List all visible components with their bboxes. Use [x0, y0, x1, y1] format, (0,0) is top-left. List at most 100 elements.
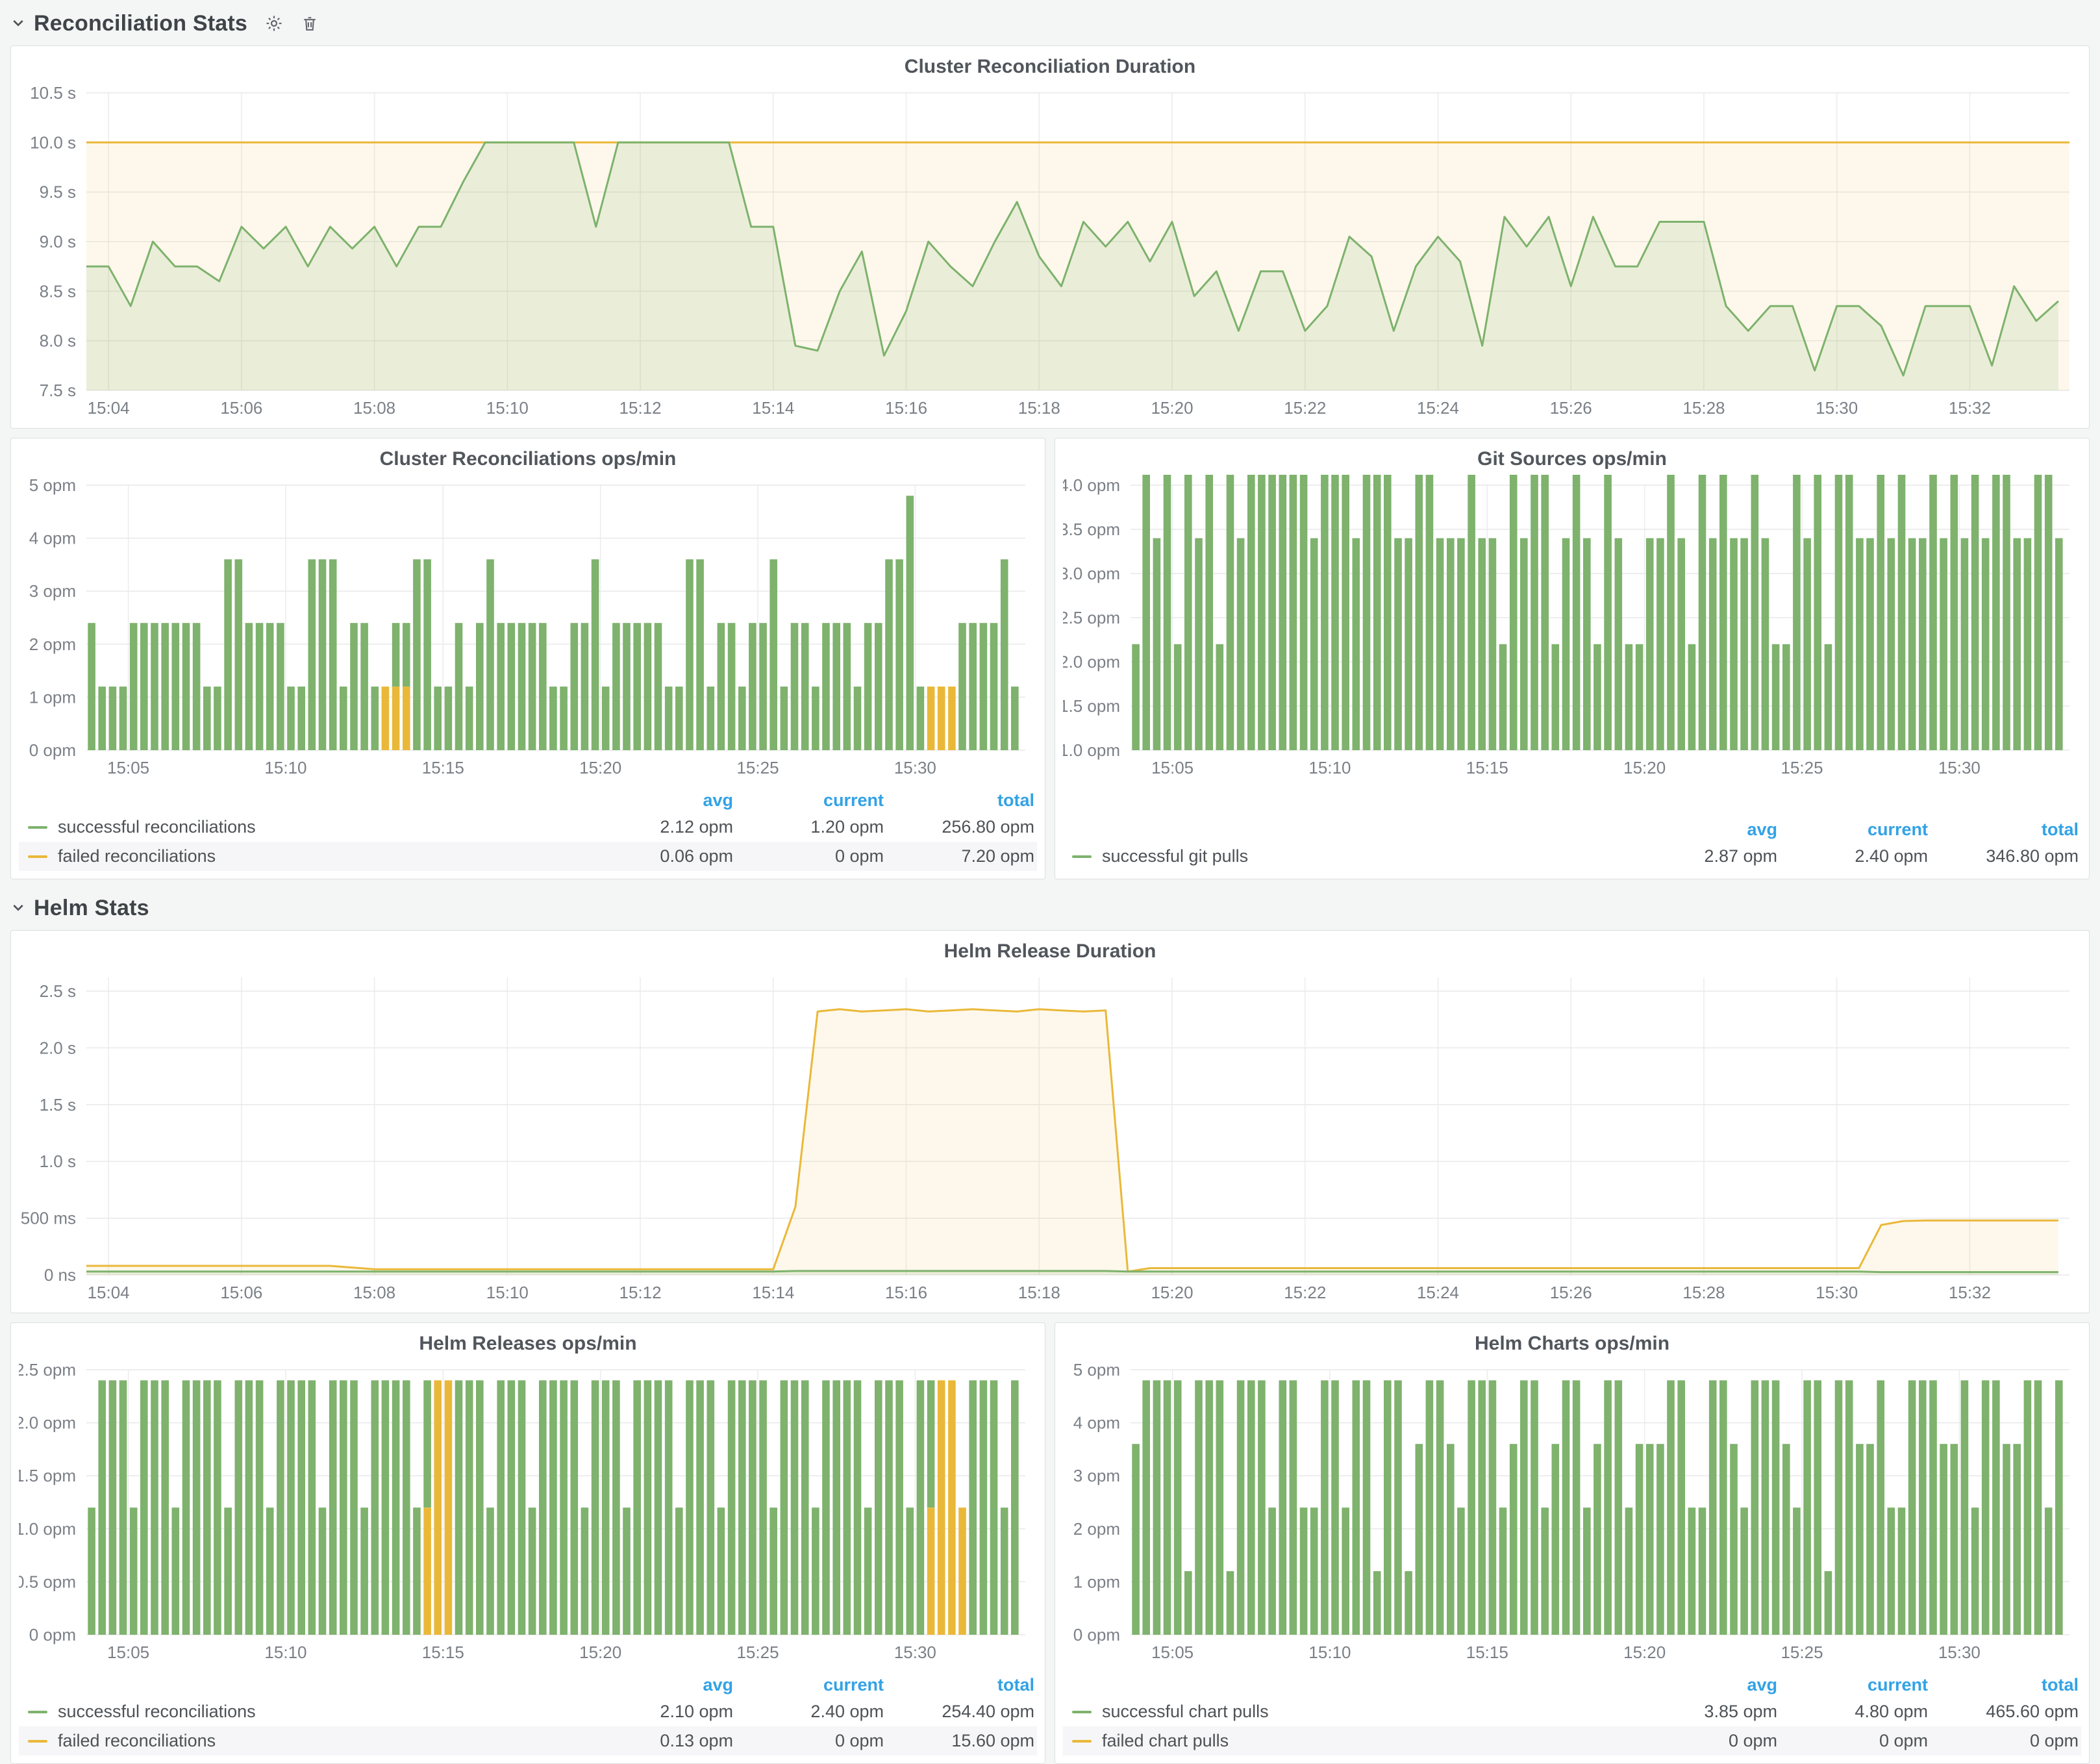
gear-icon[interactable]: [264, 14, 284, 33]
legend-col-total[interactable]: total: [1931, 1675, 2081, 1695]
legend-row-successful-reconciliations[interactable]: successful reconciliations 2.10 opm 2.40…: [19, 1697, 1037, 1726]
legend-col-current[interactable]: current: [1780, 1675, 1931, 1695]
svg-text:2.0 s: 2.0 s: [40, 1038, 76, 1057]
legend-avg-value: 2.87 opm: [1629, 846, 1780, 866]
legend: avg current total successful git pulls 2…: [1063, 817, 2081, 871]
svg-text:15:26: 15:26: [1550, 398, 1592, 418]
svg-text:1.0 opm: 1.0 opm: [1063, 740, 1120, 760]
svg-text:15:26: 15:26: [1550, 1283, 1592, 1302]
legend-header-row: avg current total: [19, 788, 1037, 813]
legend-row-failed-reconciliations[interactable]: failed reconciliations 0.06 opm 0 opm 7.…: [19, 842, 1037, 871]
legend-label[interactable]: successful git pulls: [1102, 846, 1248, 866]
svg-text:15:10: 15:10: [264, 758, 306, 777]
svg-text:1.5 s: 1.5 s: [40, 1095, 76, 1115]
legend-col-current[interactable]: current: [1780, 820, 1931, 840]
svg-text:15:20: 15:20: [1151, 398, 1193, 418]
legend-col-avg[interactable]: avg: [1629, 1675, 1780, 1695]
legend-col-current[interactable]: current: [736, 1675, 886, 1695]
legend-col-avg[interactable]: avg: [1629, 820, 1780, 840]
svg-text:15:08: 15:08: [353, 398, 395, 418]
legend-row-successful-git-pulls[interactable]: successful git pulls 2.87 opm 2.40 opm 3…: [1063, 842, 2081, 871]
section-title[interactable]: Reconciliation Stats: [34, 11, 247, 36]
helm-release-duration-chart[interactable]: 15:0415:0615:0815:1015:1215:1415:1615:18…: [19, 967, 2081, 1305]
cluster-reconciliations-ops-chart[interactable]: 15:0515:1015:1515:2015:2515:300 opm1 opm…: [19, 475, 1037, 780]
svg-text:15:30: 15:30: [894, 1643, 936, 1662]
legend: avg current total successful chart pulls…: [1063, 1672, 2081, 1756]
svg-text:2.5 s: 2.5 s: [40, 981, 76, 1001]
panel-title[interactable]: Git Sources ops/min: [1063, 446, 2081, 475]
legend-total-value: 465.60 opm: [1931, 1702, 2081, 1722]
panel-cluster-reconciliations-ops: Cluster Reconciliations ops/min 15:0515:…: [10, 438, 1045, 879]
svg-text:15:30: 15:30: [1816, 1283, 1858, 1302]
legend-total-value: 15.60 opm: [886, 1731, 1037, 1751]
section-header-reconciliation-stats[interactable]: Reconciliation Stats: [10, 6, 2090, 40]
legend-total-value: 0 opm: [1931, 1731, 2081, 1751]
legend-col-avg[interactable]: avg: [585, 790, 736, 811]
legend-label[interactable]: failed reconciliations: [58, 846, 216, 866]
legend-label[interactable]: successful chart pulls: [1102, 1702, 1269, 1722]
legend-label[interactable]: failed reconciliations: [58, 1731, 216, 1751]
svg-text:9.5 s: 9.5 s: [40, 183, 76, 202]
svg-text:15:22: 15:22: [1284, 398, 1326, 418]
panel-title[interactable]: Cluster Reconciliation Duration: [19, 54, 2081, 82]
svg-text:2.5 opm: 2.5 opm: [19, 1360, 76, 1380]
svg-text:15:16: 15:16: [885, 1283, 927, 1302]
legend-header-row: avg current total: [19, 1672, 1037, 1697]
legend: avg current total successful reconciliat…: [19, 788, 1037, 871]
svg-text:8.5 s: 8.5 s: [40, 281, 76, 301]
svg-text:15:18: 15:18: [1018, 398, 1060, 418]
legend-avg-value: 0 opm: [1629, 1731, 1780, 1751]
series-color-dash: [28, 826, 47, 829]
trash-icon[interactable]: [301, 14, 319, 32]
svg-text:15:15: 15:15: [422, 758, 464, 777]
legend-col-total[interactable]: total: [886, 1675, 1037, 1695]
svg-text:15:25: 15:25: [1781, 1643, 1823, 1662]
svg-text:8.0 s: 8.0 s: [40, 331, 76, 351]
helm-releases-ops-chart[interactable]: 15:0515:1015:1515:2015:2515:300 opm0.5 o…: [19, 1359, 1037, 1665]
helm-charts-ops-chart[interactable]: 15:0515:1015:1515:2015:2515:300 opm1 opm…: [1063, 1359, 2081, 1665]
svg-text:2.0 opm: 2.0 opm: [1063, 652, 1120, 672]
legend-header-row: avg current total: [1063, 817, 2081, 842]
legend-col-avg[interactable]: avg: [585, 1675, 736, 1695]
legend-col-current[interactable]: current: [736, 790, 886, 811]
panel-title[interactable]: Helm Charts ops/min: [1063, 1331, 2081, 1359]
legend-total-value: 254.40 opm: [886, 1702, 1037, 1722]
legend-col-total[interactable]: total: [1931, 820, 2081, 840]
svg-text:4 opm: 4 opm: [29, 529, 76, 548]
legend-total-value: 346.80 opm: [1931, 846, 2081, 866]
chevron-down-icon[interactable]: [10, 900, 26, 916]
section-title[interactable]: Helm Stats: [34, 896, 149, 921]
svg-text:15:28: 15:28: [1682, 398, 1725, 418]
svg-text:15:30: 15:30: [1938, 758, 1981, 777]
panel-helm-release-duration: Helm Release Duration 15:0415:0615:0815:…: [10, 930, 2090, 1313]
legend-label[interactable]: successful reconciliations: [58, 817, 256, 837]
legend-col-total[interactable]: total: [886, 790, 1037, 811]
panel-cluster-reconciliation-duration: Cluster Reconciliation Duration 15:0415:…: [10, 45, 2090, 429]
section-header-helm-stats[interactable]: Helm Stats: [10, 891, 2090, 925]
svg-text:1 opm: 1 opm: [1073, 1572, 1120, 1591]
svg-text:7.5 s: 7.5 s: [40, 381, 76, 400]
legend-row-failed-reconciliations[interactable]: failed reconciliations 0.13 opm 0 opm 15…: [19, 1726, 1037, 1756]
legend-header-row: avg current total: [1063, 1672, 2081, 1697]
legend-row-failed-chart-pulls[interactable]: failed chart pulls 0 opm 0 opm 0 opm: [1063, 1726, 2081, 1756]
series-color-dash: [28, 855, 47, 858]
cluster-reconciliation-duration-chart[interactable]: 15:0415:0615:0815:1015:1215:1415:1615:18…: [19, 82, 2081, 420]
svg-text:15:25: 15:25: [736, 758, 779, 777]
panel-title[interactable]: Helm Release Duration: [19, 939, 2081, 967]
legend-row-successful-reconciliations[interactable]: successful reconciliations 2.12 opm 1.20…: [19, 813, 1037, 842]
panel-title[interactable]: Helm Releases ops/min: [19, 1331, 1037, 1359]
legend-avg-value: 2.10 opm: [585, 1702, 736, 1722]
legend-row-successful-chart-pulls[interactable]: successful chart pulls 3.85 opm 4.80 opm…: [1063, 1697, 2081, 1726]
series-color-dash: [1072, 1740, 1092, 1743]
git-sources-ops-chart[interactable]: 15:0515:1015:1515:2015:2515:301.0 opm1.5…: [1063, 475, 2081, 780]
legend-label[interactable]: successful reconciliations: [58, 1702, 256, 1722]
chevron-down-icon[interactable]: [10, 16, 26, 31]
legend-current-value: 0 opm: [736, 846, 886, 866]
svg-text:15:04: 15:04: [88, 1283, 130, 1302]
svg-text:2 opm: 2 opm: [1073, 1519, 1120, 1539]
panel-title[interactable]: Cluster Reconciliations ops/min: [19, 446, 1037, 475]
svg-text:15:15: 15:15: [1466, 1643, 1508, 1662]
legend-label[interactable]: failed chart pulls: [1102, 1731, 1229, 1751]
dashboard: Reconciliation Stats Cluster Reconciliat…: [0, 0, 2100, 1764]
series-color-dash: [28, 1740, 47, 1743]
